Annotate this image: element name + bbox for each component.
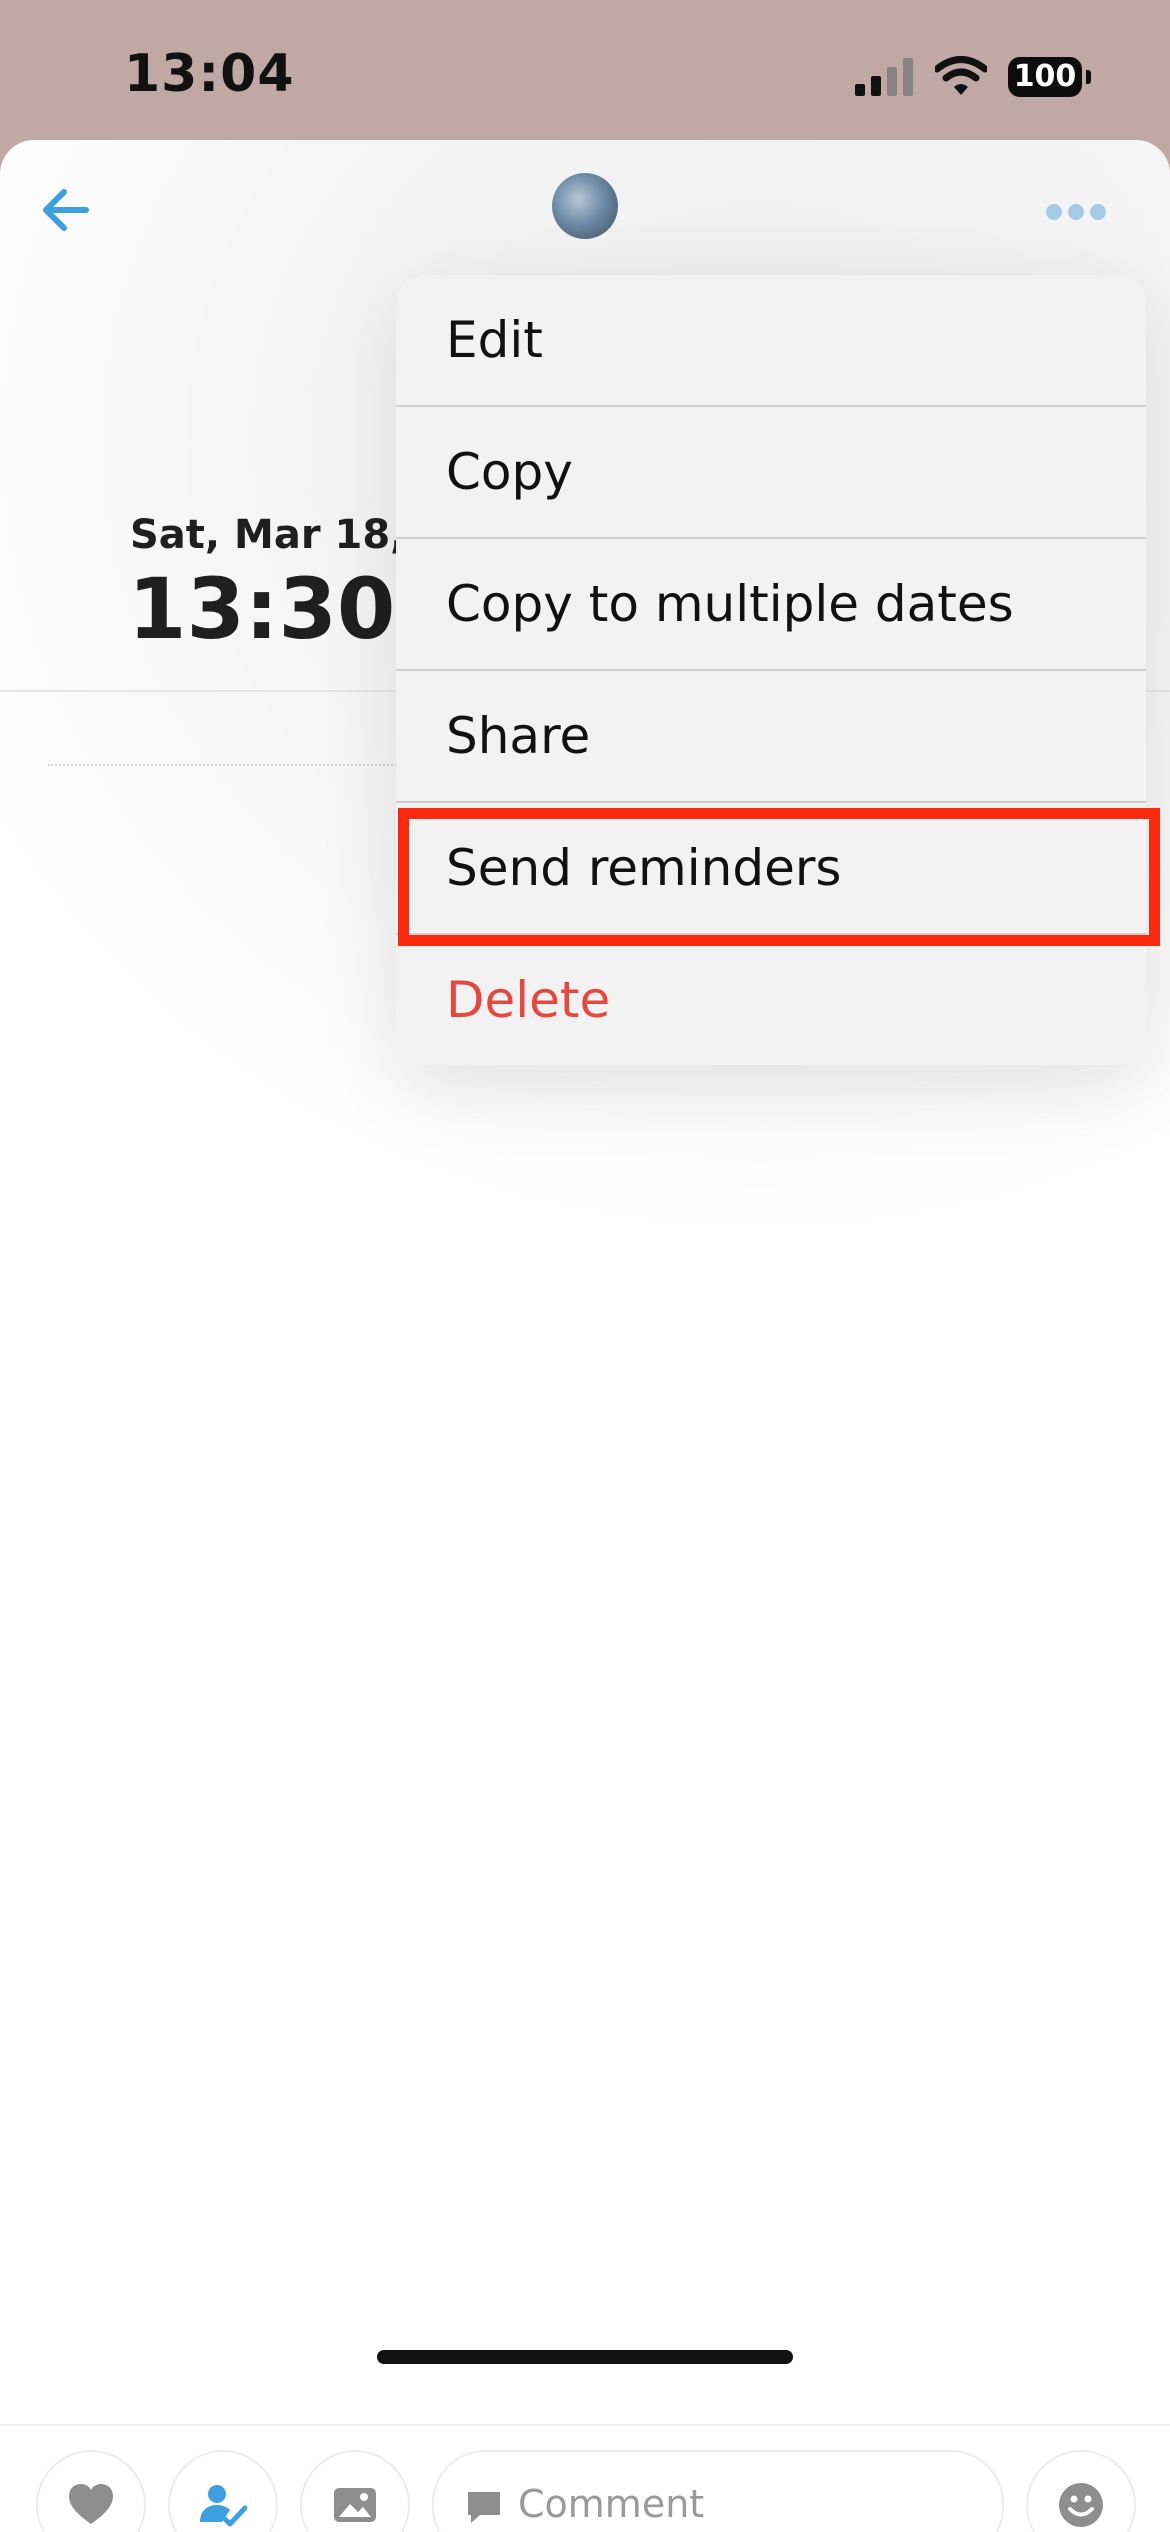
arrow-left-icon[interactable] <box>36 180 96 240</box>
status-time: 13:04 <box>124 44 295 104</box>
avatar[interactable] <box>552 173 618 239</box>
add-photo-button[interactable] <box>300 2450 410 2532</box>
wifi-icon <box>935 56 987 95</box>
cellular-signal-icon <box>855 58 913 96</box>
menu-item-edit[interactable]: Edit <box>396 275 1146 407</box>
dot <box>1068 204 1084 220</box>
event-time: 13:30 <box>128 560 396 658</box>
person-check-icon <box>200 2485 248 2527</box>
menu-item-share[interactable]: Share <box>396 671 1146 803</box>
context-menu: Edit Copy Copy to multiple dates Share S… <box>396 275 1146 1065</box>
comment-icon <box>468 2492 500 2523</box>
heart-icon <box>69 2484 113 2524</box>
home-indicator <box>377 2350 793 2364</box>
like-button[interactable] <box>36 2450 146 2532</box>
battery-indicator: 100 <box>1008 57 1082 97</box>
emoji-button[interactable] <box>1026 2450 1136 2532</box>
battery-tip <box>1086 70 1091 84</box>
status-bar: 13:04 100 <box>0 0 1170 140</box>
menu-item-send-reminders[interactable]: Send reminders <box>396 803 1146 935</box>
menu-item-copy[interactable]: Copy <box>396 407 1146 539</box>
image-icon <box>334 2488 376 2522</box>
menu-item-delete[interactable]: Delete <box>396 935 1146 1065</box>
emoji-icon <box>1059 2483 1103 2527</box>
comment-placeholder: Comment <box>518 2482 705 2526</box>
bottom-toolbar: Comment <box>0 2424 1170 2532</box>
dot <box>1046 204 1062 220</box>
dot <box>1090 204 1106 220</box>
event-date: Sat, Mar 18, <box>130 512 406 558</box>
attendance-button[interactable] <box>168 2450 278 2532</box>
ellipsis-icon[interactable] <box>1040 200 1110 228</box>
comment-input[interactable]: Comment <box>432 2450 1004 2532</box>
menu-item-copy-to-multiple-dates[interactable]: Copy to multiple dates <box>396 539 1146 671</box>
